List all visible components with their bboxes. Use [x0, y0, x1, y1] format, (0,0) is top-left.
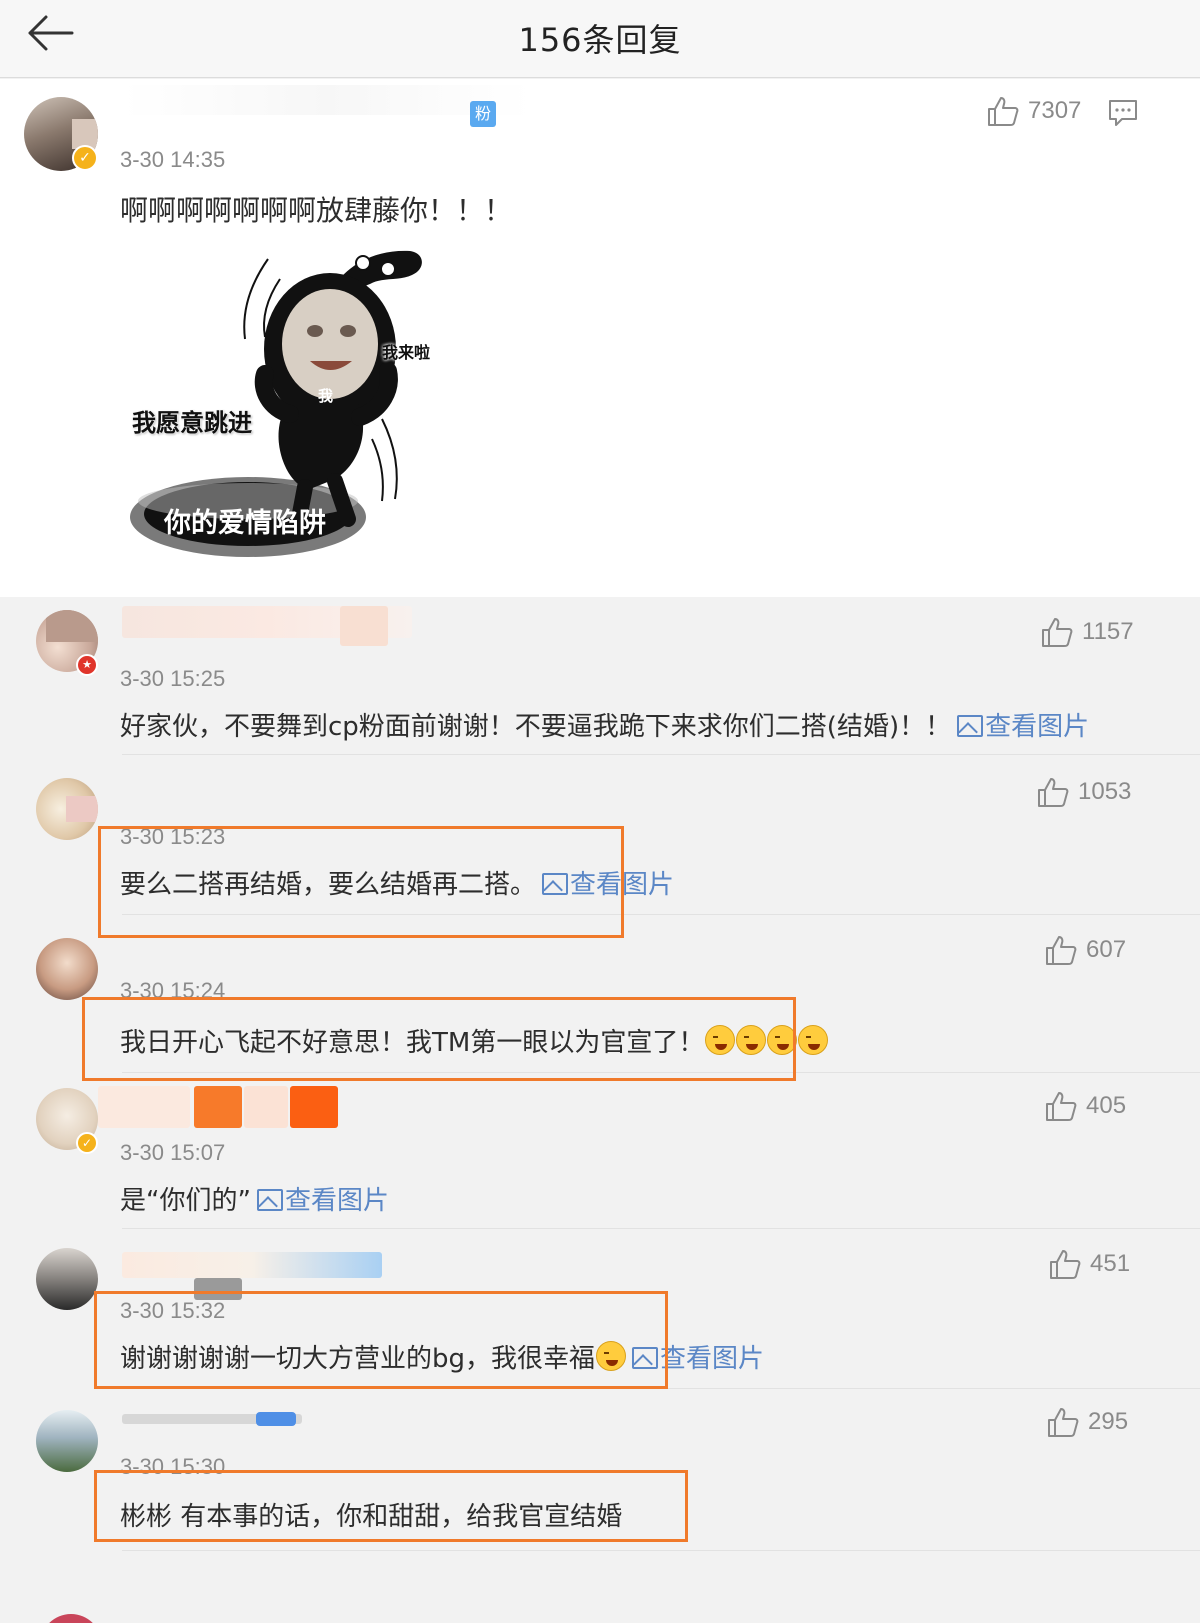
reply-time: 3-30 15:07	[120, 1140, 226, 1165]
like-button[interactable]: 1053	[1036, 776, 1131, 808]
main-comment: ✓ 粉 3-30 14:35 7307 啊啊啊啊啊啊啊放肆藤你！！！ 我来啦 我…	[0, 79, 1200, 597]
username-blurred	[98, 1086, 190, 1128]
comment-time: 3-30 14:35	[120, 147, 226, 172]
reply-text: 好家伙，不要舞到cp粉面前谢谢！不要逼我跪下来求你们二搭(结婚)！！ 查看图片	[120, 712, 1090, 742]
reply-item: ✓ 3-30 15:07 405 是“你们的” 查看图片	[0, 1072, 1200, 1230]
like-count: 607	[1086, 936, 1127, 963]
like-button[interactable]: 7307	[986, 95, 1081, 127]
meme-caption-bottom: 你的爱情陷阱	[164, 508, 326, 539]
like-count: 1157	[1082, 618, 1134, 645]
like-count: 451	[1090, 1250, 1131, 1277]
avatar[interactable]	[36, 778, 98, 840]
comment-icon[interactable]	[1108, 99, 1138, 127]
username-blurred	[122, 1252, 382, 1278]
view-image-link[interactable]: 查看图片	[957, 712, 1089, 742]
like-count: 295	[1088, 1408, 1129, 1435]
like-count: 1053	[1078, 778, 1132, 805]
divider	[122, 1550, 1200, 1551]
like-button[interactable]: 1157	[1040, 616, 1134, 648]
thumbs-up-icon	[988, 97, 1019, 126]
like-button[interactable]: 451	[1048, 1248, 1130, 1280]
meme-caption-left: 我愿意跳进	[132, 409, 252, 437]
like-count: 7307	[1028, 97, 1082, 124]
thumbs-up-icon	[1048, 1408, 1079, 1437]
meme-image[interactable]: 我来啦 我 我愿意跳进 你的爱情陷阱	[120, 239, 450, 569]
reply-item: ★ 3-30 15:25 1157 好家伙，不要舞到cp粉面前谢谢！不要逼我跪下…	[0, 598, 1200, 756]
top-bar: 156条回复	[0, 0, 1200, 78]
avatar[interactable]	[36, 1410, 98, 1472]
image-icon	[256, 1189, 283, 1211]
vip-badge-icon: ★	[76, 654, 98, 676]
verified-badge-icon: ✓	[72, 145, 98, 171]
image-icon	[957, 715, 984, 737]
like-button[interactable]: 405	[1044, 1090, 1126, 1122]
highlight-box	[94, 1470, 688, 1542]
reply-text: 是“你们的” 查看图片	[120, 1186, 389, 1216]
like-count: 405	[1086, 1092, 1127, 1119]
thumbs-up-icon	[1042, 618, 1073, 647]
thumbs-up-icon	[1038, 778, 1069, 807]
avatar[interactable]	[36, 1248, 98, 1310]
thumbs-up-icon	[1050, 1250, 1081, 1279]
thumbs-up-icon	[1046, 936, 1077, 965]
thumbs-up-icon	[1046, 1092, 1077, 1121]
meme-caption-top: 我来啦	[382, 343, 431, 362]
highlight-box	[94, 1291, 668, 1389]
reply-time: 3-30 15:25	[120, 666, 226, 691]
meme-caption-body: 我	[318, 387, 334, 405]
comment-text: 啊啊啊啊啊啊啊放肆藤你！！！	[120, 194, 513, 227]
avatar[interactable]	[40, 1614, 102, 1623]
like-button[interactable]: 295	[1046, 1406, 1128, 1438]
divider	[122, 1228, 1200, 1229]
verified-badge-icon: ✓	[76, 1132, 98, 1154]
divider	[122, 754, 1200, 755]
highlight-box	[82, 997, 796, 1081]
like-button[interactable]: 607	[1044, 934, 1126, 966]
fan-badge: 粉	[470, 101, 496, 127]
page-title: 156条回复	[518, 21, 682, 59]
view-image-link[interactable]: 查看图片	[256, 1186, 389, 1216]
avatar[interactable]	[36, 938, 98, 1000]
